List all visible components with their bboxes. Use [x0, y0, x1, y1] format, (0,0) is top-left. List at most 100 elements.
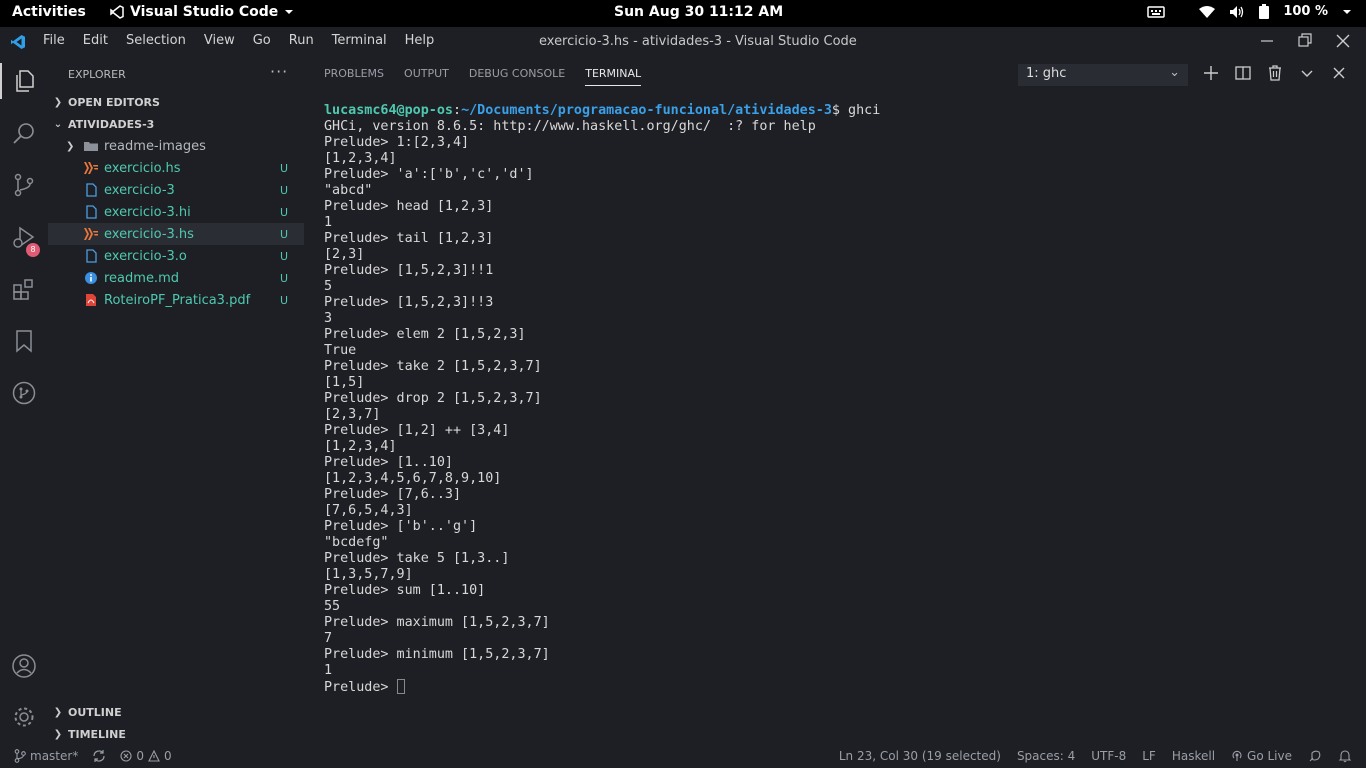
feedback-icon[interactable] [1308, 749, 1322, 763]
battery-percentage: 100 % [1283, 4, 1328, 19]
system-tray[interactable]: 100 % [1147, 4, 1352, 19]
menu-selection[interactable]: Selection [126, 33, 186, 48]
terminal-line: [7,6,5,4,3] [324, 503, 413, 518]
terminal-line: 55 [324, 599, 341, 614]
tree-item-label: exercicio-3.hs [104, 226, 194, 242]
error-icon [120, 750, 132, 762]
terminal-line: [2,3] [324, 247, 365, 262]
tree-item-exercicio-3-hi[interactable]: exercicio-3.hi U [48, 201, 304, 223]
haskell-file-icon [84, 227, 98, 241]
terminal-line: Prelude> [7,6..3] [324, 487, 462, 502]
terminal-lines: GHCi, version 8.6.5: http://www.haskell.… [324, 119, 880, 679]
app-name: Visual Studio Code [130, 4, 279, 20]
minimize-icon[interactable] [1260, 31, 1274, 51]
trash-icon[interactable] [1266, 64, 1284, 82]
terminal-line: Prelude> [1,5,2,3]!!1 [324, 263, 494, 278]
search-icon[interactable] [12, 121, 36, 145]
panel-tabs: PROBLEMS OUTPUT DEBUG CONSOLE TERMINAL [324, 67, 642, 86]
new-terminal-icon[interactable] [1202, 64, 1220, 82]
menu-run[interactable]: Run [289, 33, 314, 48]
battery-icon[interactable] [1259, 4, 1270, 19]
split-terminal-icon[interactable] [1234, 64, 1252, 82]
restore-icon[interactable] [1298, 31, 1312, 51]
chevron-right-icon: ❯ [53, 728, 63, 740]
prompt-user: lucasmc64@pop-os [324, 103, 453, 118]
outline-label: OUTLINE [68, 705, 122, 719]
tree-item-exercicio-3-hs[interactable]: exercicio-3.hs U [48, 223, 304, 245]
tab-output[interactable]: OUTPUT [404, 67, 449, 86]
prompt-colon: : [453, 103, 462, 118]
chevron-down-icon[interactable] [1298, 64, 1316, 82]
wifi-icon[interactable] [1199, 5, 1216, 19]
git-graph-icon[interactable] [12, 381, 36, 405]
activities-button[interactable]: Activities [12, 4, 86, 20]
chevron-right-icon: ❯ [53, 706, 63, 718]
menu-view[interactable]: View [204, 33, 235, 48]
terminal-line: 1 [324, 215, 333, 230]
outline-section[interactable]: ❯ OUTLINE [48, 701, 122, 723]
clock[interactable]: Sun Aug 30 11:12 AM [614, 4, 783, 20]
terminal-output[interactable]: lucasmc64@pop-os:~/Documents/programacao… [324, 103, 880, 696]
terminal-line: [1,2,3,4] [324, 439, 397, 454]
folder-section[interactable]: ⌄ ATIVIDADES-3 [48, 113, 155, 135]
tree-item-readme-images[interactable]: ❯ readme-images [48, 135, 304, 157]
open-editors-label: OPEN EDITORS [68, 95, 160, 109]
tree-item-exercicio-3-o[interactable]: exercicio-3.o U [48, 245, 304, 267]
chevron-down-icon: ⌄ [1169, 65, 1180, 80]
tree-item-readme-md[interactable]: readme.md U [48, 267, 304, 289]
extensions-icon[interactable] [12, 277, 36, 301]
terminal-select[interactable]: 1: ghc ⌄ [1018, 64, 1188, 86]
pdf-file-icon [84, 293, 98, 307]
tab-terminal[interactable]: TERMINAL [585, 67, 642, 86]
tree-item-exercicio-hs[interactable]: exercicio.hs U [48, 157, 304, 179]
window-controls [1260, 31, 1350, 51]
volume-icon[interactable] [1229, 5, 1245, 19]
menu-file[interactable]: File [43, 33, 65, 48]
terminal-line: Prelude> drop 2 [1,5,2,3,7] [324, 391, 542, 406]
menu-edit[interactable]: Edit [83, 33, 108, 48]
terminal-line: [1,2,3,4,5,6,7,8,9,10] [324, 471, 502, 486]
git-status-badge: U [279, 161, 288, 175]
explorer-files-icon[interactable] [12, 69, 36, 93]
go-live-button[interactable]: Go Live [1231, 749, 1292, 763]
sync-icon[interactable] [92, 749, 106, 763]
menu-terminal[interactable]: Terminal [332, 33, 387, 48]
problems-status[interactable]: 0 0 [120, 749, 172, 763]
terminal-line: Prelude> tail [1,2,3] [324, 231, 494, 246]
keyboard-icon[interactable] [1147, 5, 1166, 19]
current-prompt: Prelude> [324, 680, 397, 695]
close-panel-icon[interactable] [1330, 64, 1348, 82]
terminal-select-value: 1: ghc [1026, 66, 1067, 81]
source-control-icon[interactable] [12, 173, 36, 197]
tree-item-exercicio-3[interactable]: exercicio-3 U [48, 179, 304, 201]
run-debug-icon[interactable] [12, 225, 36, 249]
open-editors-section[interactable]: ❯ OPEN EDITORS [48, 91, 160, 113]
timeline-section[interactable]: ❯ TIMELINE [48, 723, 126, 745]
folder-label: ATIVIDADES-3 [68, 117, 155, 131]
close-icon[interactable] [1336, 31, 1350, 51]
terminal-line: [1,3,5,7,9] [324, 567, 413, 582]
app-menu[interactable]: Visual Studio Code [110, 4, 294, 20]
cursor-position[interactable]: Ln 23, Col 30 (19 selected) [839, 749, 1001, 763]
menu-help[interactable]: Help [405, 33, 435, 48]
settings-gear-icon[interactable] [12, 705, 36, 729]
more-actions-icon[interactable]: ··· [270, 62, 288, 81]
status-left: master* 0 0 [14, 749, 172, 763]
tab-debug-console[interactable]: DEBUG CONSOLE [469, 67, 565, 86]
tree-item-roteiro-pdf[interactable]: RoteiroPF_Pratica3.pdf U [48, 289, 304, 311]
terminal-line: Prelude> 1:[2,3,4] [324, 135, 470, 150]
language-mode[interactable]: Haskell [1172, 749, 1215, 763]
file-icon [84, 183, 98, 197]
encoding[interactable]: UTF-8 [1091, 749, 1126, 763]
notifications-bell-icon[interactable] [1338, 749, 1352, 763]
branch-status[interactable]: master* [14, 749, 78, 763]
account-icon[interactable] [12, 654, 36, 678]
tree-item-label: exercicio.hs [104, 160, 181, 176]
menu-go[interactable]: Go [253, 33, 271, 48]
indentation[interactable]: Spaces: 4 [1017, 749, 1075, 763]
terminal-line: Prelude> take 2 [1,5,2,3,7] [324, 359, 542, 374]
tab-problems[interactable]: PROBLEMS [324, 67, 384, 86]
terminal-line: Prelude> head [1,2,3] [324, 199, 494, 214]
line-ending[interactable]: LF [1142, 749, 1156, 763]
bookmark-icon[interactable] [12, 329, 36, 353]
